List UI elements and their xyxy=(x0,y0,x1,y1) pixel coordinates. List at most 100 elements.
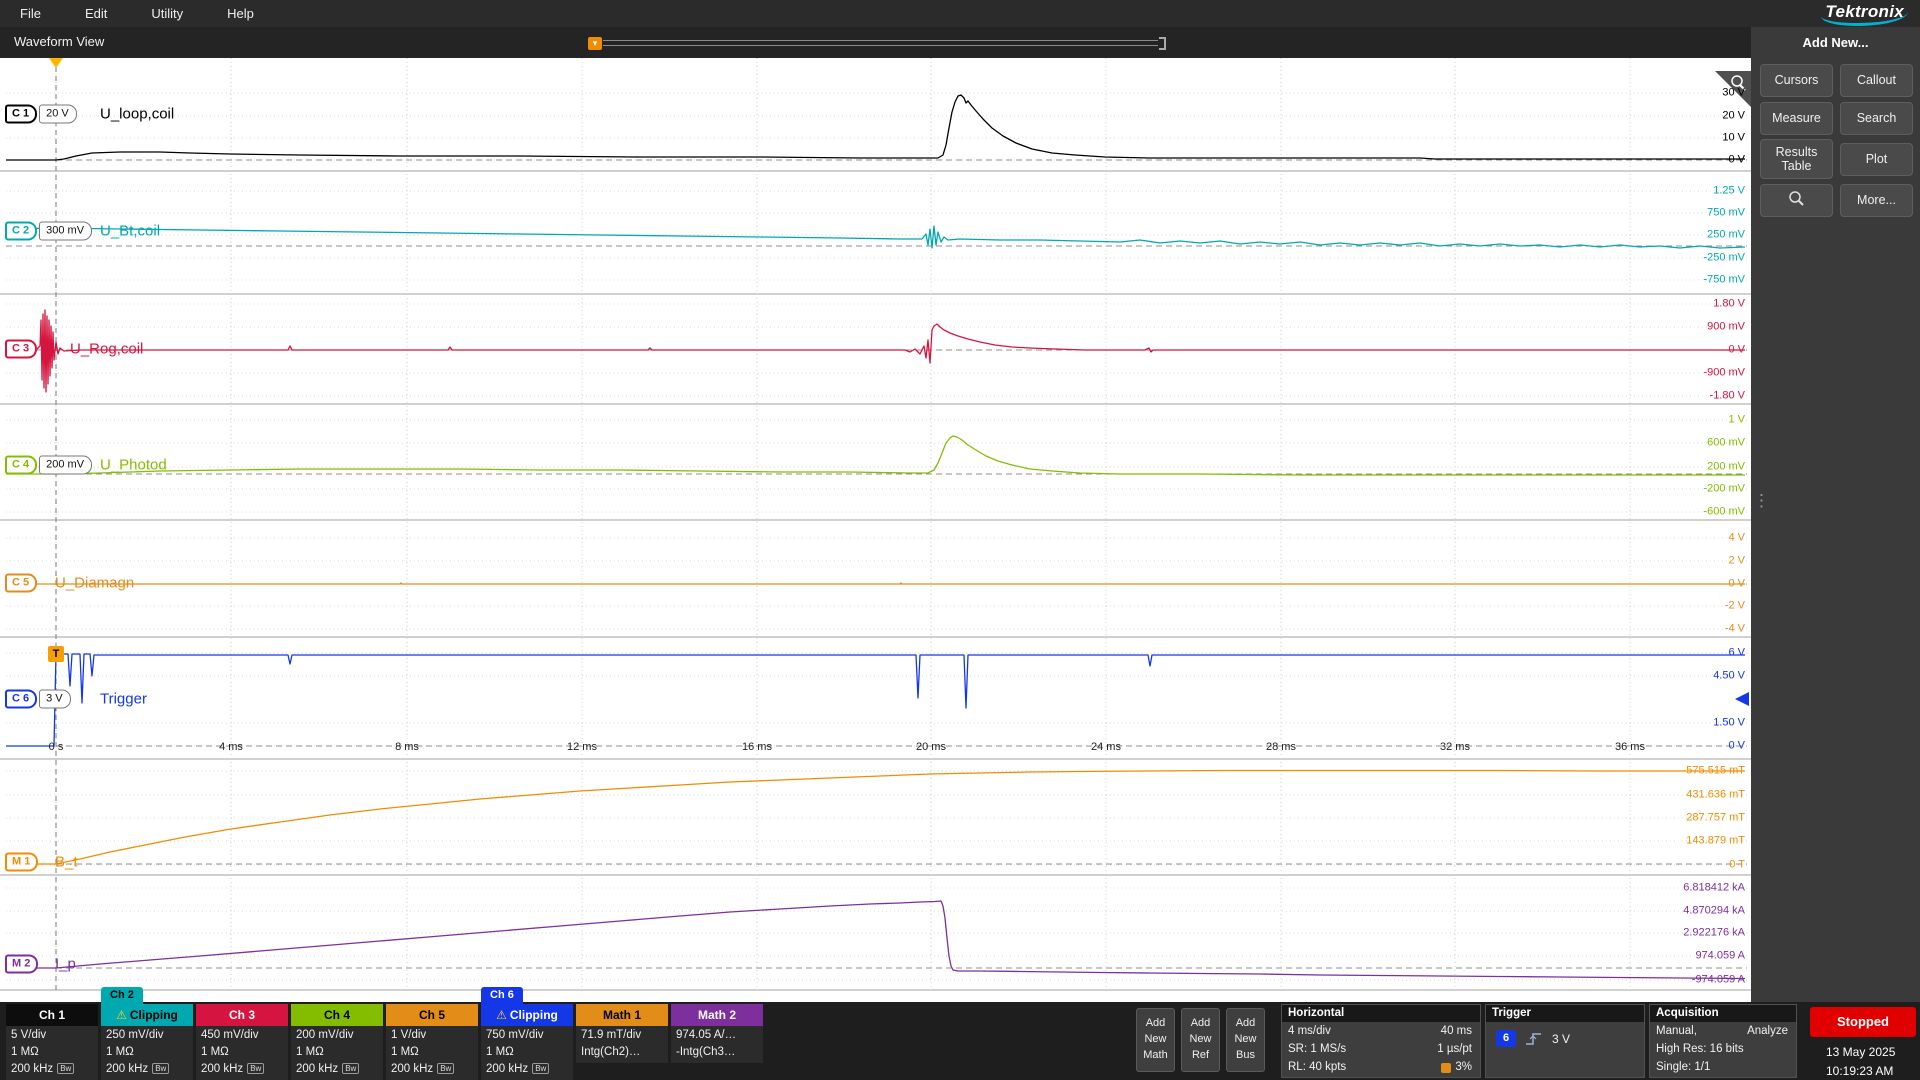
right-sidebar: Add New... Cursors Callout Measure Searc… xyxy=(1751,27,1920,1002)
scale-label-m-1: 287.757 mT xyxy=(1686,813,1745,824)
scale-label-c-3: 900 mV xyxy=(1707,322,1745,333)
channel-badge-c-4[interactable]: C 4200 mV xyxy=(5,456,92,475)
channel-badge-c-2[interactable]: C 2300 mV xyxy=(5,222,92,241)
trigger-source-badge[interactable]: 6 xyxy=(1496,1030,1516,1047)
horizontal-position-indicator[interactable]: ▾ xyxy=(588,36,1166,50)
channel-badge-m-1[interactable]: M 1 xyxy=(5,853,38,872)
panel-splitter-handle[interactable]: ⋮ xyxy=(1753,492,1770,509)
waveform-i-p[interactable] xyxy=(6,901,1745,979)
stopped-button[interactable]: Stopped xyxy=(1810,1007,1916,1037)
waveform-trigger[interactable] xyxy=(6,654,1745,746)
waveform-u-bt-coil[interactable] xyxy=(6,226,1745,248)
channel-card-line: 1 MΩ xyxy=(486,1044,568,1061)
channel-badge-c-6[interactable]: C 63 V xyxy=(5,690,71,709)
channel-card-body: 200 mV/div1 MΩ200 kHzBw xyxy=(291,1026,383,1080)
channel-card-line: 5 V/div xyxy=(11,1027,93,1044)
scale-label-c-5: 2 V xyxy=(1728,556,1745,567)
channel-badge-c-5[interactable]: C 5 xyxy=(5,574,37,593)
channel-card-line: 1 MΩ xyxy=(106,1044,188,1061)
horizontal-panel-title: Horizontal xyxy=(1282,1005,1480,1022)
channel-card-line: 1 MΩ xyxy=(11,1044,93,1061)
channel-card-ch-4[interactable]: Ch 4200 mV/div1 MΩ200 kHzBw xyxy=(291,1004,383,1080)
channel-label-u-bt-coil[interactable]: U_Bt,coil xyxy=(100,223,160,240)
trigger-source-marker[interactable]: T xyxy=(48,646,64,662)
scale-label-c-6: 4.50 V xyxy=(1713,671,1745,682)
callout-button[interactable]: Callout xyxy=(1840,64,1913,97)
scale-label-m-2: 6.818412 kA xyxy=(1683,883,1745,894)
search-button[interactable]: Search xyxy=(1840,102,1913,135)
zoom-button[interactable] xyxy=(1760,184,1833,217)
results-table-button[interactable]: Results Table xyxy=(1760,139,1833,179)
waveform-b-t[interactable] xyxy=(6,771,1745,865)
channel-card-body: 1 V/div1 MΩ200 kHzBw xyxy=(386,1026,478,1080)
more-button[interactable]: More... xyxy=(1840,184,1913,217)
channel-label-u-diamagn[interactable]: U_Diamagn xyxy=(55,575,134,592)
scale-label-c-3: -900 mV xyxy=(1703,368,1745,379)
channel-badge-m-2[interactable]: M 2 xyxy=(5,955,38,974)
menu-edit[interactable]: Edit xyxy=(85,6,107,21)
channel-card-line: 200 mV/div xyxy=(296,1027,378,1044)
waveform-canvas[interactable] xyxy=(0,58,1751,1002)
expansion-point-icon[interactable]: ▾ xyxy=(588,37,602,50)
add-new-math-button[interactable]: Add New Math xyxy=(1136,1008,1175,1072)
channel-card-ch-3[interactable]: Ch 3450 mV/div1 MΩ200 kHzBw xyxy=(196,1004,288,1080)
waveform-u-diamagn[interactable] xyxy=(6,583,1745,584)
trigger-level-arrow-icon[interactable] xyxy=(1735,692,1749,706)
scale-label-c-3: -1.80 V xyxy=(1710,391,1745,402)
waveform-u-photod[interactable] xyxy=(6,436,1745,475)
menu-help[interactable]: Help xyxy=(227,6,254,21)
channel-label-u-photod[interactable]: U_Photod xyxy=(100,457,167,474)
channel-badge-c-1[interactable]: C 120 V xyxy=(5,105,77,124)
channel-card-ch-2[interactable]: Ch 2⚠Clipping250 mV/div1 MΩ200 kHzBw xyxy=(101,1004,193,1080)
channel-id-chip: C 2 xyxy=(5,222,37,241)
measure-button[interactable]: Measure xyxy=(1760,102,1833,135)
scale-label-c-5: -4 V xyxy=(1725,624,1745,635)
channel-label-u-loop-coil[interactable]: U_loop,coil xyxy=(100,106,174,123)
channel-label-i-p[interactable]: I_p xyxy=(55,956,76,973)
time-label: 10:19:23 AM xyxy=(1826,1062,1895,1080)
channel-label-trigger[interactable]: Trigger xyxy=(100,691,147,708)
sample-interval: 1 µs/pt xyxy=(1437,1041,1472,1058)
channel-card-math-2[interactable]: Math 2974.05 A/…-Intg(Ch3… xyxy=(671,1004,763,1063)
trigger-panel[interactable]: Trigger 6 3 V xyxy=(1485,1004,1645,1078)
channel-card-tab: Ch 2 xyxy=(101,987,143,1004)
channel-card-line: 1 V/div xyxy=(391,1027,473,1044)
channel-card-ch-1[interactable]: Ch 15 V/div1 MΩ200 kHzBw xyxy=(6,1004,98,1080)
bandwidth-limit-icon: Bw xyxy=(247,1063,264,1074)
time-axis-label: 32 ms xyxy=(1440,741,1470,753)
add-new-ref-button[interactable]: Add New Ref xyxy=(1181,1008,1220,1072)
channel-card-ch-6[interactable]: Ch 6⚠Clipping750 mV/div1 MΩ200 kHzBw xyxy=(481,1004,573,1080)
scale-label-m-1: 0 T xyxy=(1729,860,1745,871)
channel-scale-chip: 3 V xyxy=(39,690,71,709)
scale-label-m-2: 2.922176 kA xyxy=(1683,928,1745,939)
plot-button[interactable]: Plot xyxy=(1840,143,1913,176)
record-length: RL: 40 kpts xyxy=(1288,1059,1346,1076)
waveform-u-loop-coil[interactable] xyxy=(6,95,1745,160)
scale-label-m-1: 575.515 mT xyxy=(1686,766,1745,777)
add-new-bus-button[interactable]: Add New Bus xyxy=(1226,1008,1265,1072)
scale-label-c-2: -750 mV xyxy=(1703,275,1745,286)
channel-card-line: 200 kHzBw xyxy=(391,1061,473,1078)
clipping-label: Clipping xyxy=(510,1008,558,1022)
view-title: Waveform View xyxy=(14,34,104,49)
waveform-plot[interactable]: T C 120 VU_loop,coil30 V20 V10 V0 VC 230… xyxy=(0,58,1751,1002)
menu-utility[interactable]: Utility xyxy=(151,6,183,21)
waveform-u-rog-coil[interactable] xyxy=(6,310,1745,392)
horizontal-window: 40 ms xyxy=(1441,1023,1472,1040)
menu-file[interactable]: File xyxy=(20,6,41,21)
channel-id-chip: M 1 xyxy=(5,853,38,872)
horizontal-panel[interactable]: Horizontal 4 ms/div 40 ms SR: 1 MS/s 1 µ… xyxy=(1281,1004,1481,1078)
cursors-button[interactable]: Cursors xyxy=(1760,64,1833,97)
channel-label-u-rog-coil[interactable]: U_Rog,coil xyxy=(70,341,143,358)
channel-badge-c-3[interactable]: C 3 xyxy=(5,340,37,359)
channel-card-line: 1 MΩ xyxy=(391,1044,473,1061)
bottom-bar: Ch 15 V/div1 MΩ200 kHzBwCh 2⚠Clipping250… xyxy=(0,1002,1920,1080)
channel-card-math-1[interactable]: Math 171.9 mT/divIntg(Ch2)… xyxy=(576,1004,668,1063)
trigger-position-icon[interactable] xyxy=(49,58,63,68)
scale-label-c-1: 0 V xyxy=(1728,155,1745,166)
channel-card-ch-5[interactable]: Ch 51 V/div1 MΩ200 kHzBw xyxy=(386,1004,478,1080)
acquisition-panel[interactable]: Acquisition Manual, Analyze High Res: 16… xyxy=(1649,1004,1797,1078)
channel-label-b-t[interactable]: B_t xyxy=(55,854,78,871)
zoom-percent: 3% xyxy=(1455,1059,1472,1076)
oscilloscope-app: File Edit Utility Help Tektronix Wavefor… xyxy=(0,0,1920,1080)
